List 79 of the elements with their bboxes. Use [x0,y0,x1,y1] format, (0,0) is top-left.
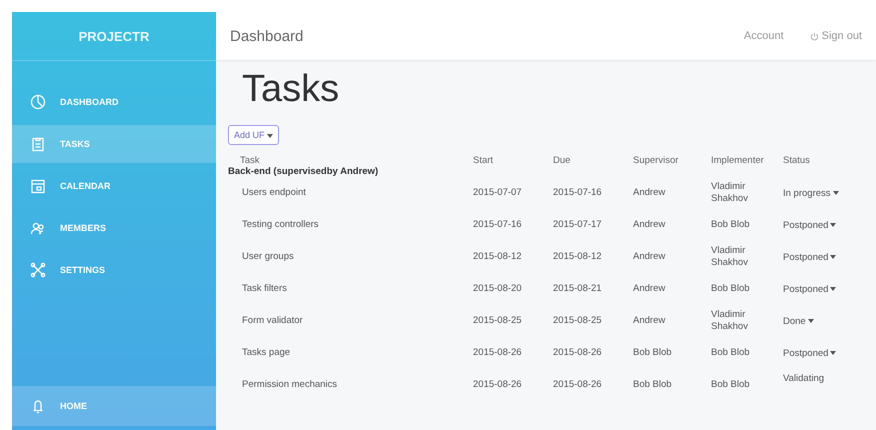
column-header: Status [783,155,811,166]
status-dropdown[interactable]: Postponed [783,209,876,241]
column-header: Supervisor [633,155,680,166]
sidebar-item[interactable]: CALENDAR [12,167,216,205]
nav-link[interactable]: Account [744,30,784,42]
status-dropdown[interactable]: Done [783,305,876,337]
tools-icon [30,262,46,278]
column-header: Task [239,155,261,166]
sidebar-item-label: HOME [60,401,87,411]
table-cell-text: Andrew [633,314,666,328]
table-cell-text: Andrew [633,186,666,200]
table-cell-text: 2015-07-07 [473,186,523,200]
table-cell-text: 2015-08-26 [553,346,603,360]
table-cell-text: Task filters [241,282,288,296]
calendar-icon [30,178,46,194]
status-text: Validating [783,372,826,386]
caret-icon [832,191,839,195]
power-icon [810,32,819,40]
table-cell-text: User groups [241,250,295,264]
table-cell-text: Bob Blob [633,346,673,360]
people-icon [30,220,46,236]
sidebar-item-label: CALENDAR [60,181,110,191]
table-cell-text: Testing controllers [241,218,320,232]
sidebar-item[interactable]: SETTINGS [12,251,216,289]
status-dropdown[interactable]: Postponed [783,273,876,305]
sidebar-item[interactable]: MEMBERS [12,209,216,247]
sidebar-item-label: MEMBERS [60,223,106,233]
table-cell-text: Andrew [633,218,666,232]
group-heading: Back-end (supervisedby Andrew) [228,166,380,177]
pie-chart-icon [30,94,46,110]
table-cell-text: Form validator [241,314,304,328]
table-cell-text: 2015-08-12 [553,250,603,264]
nav-link[interactable]: Sign out [810,30,862,42]
table-cell-text: Andrew [633,250,666,264]
add-dropdown-button[interactable]: Add UF [228,125,279,145]
sidebar-item-label: DASHBOARD [60,97,118,107]
status-dropdown[interactable]: In progress [783,177,876,209]
caret-icon [830,255,836,259]
table-cell-text: Bob Blob [711,218,751,232]
table-cell-text: Bob Blob [711,346,751,360]
table-cell-text: 2015-08-20 [473,282,523,296]
column-header: Due [553,155,572,166]
table-cell-text: 2015-08-25 [553,314,603,328]
table-cell-text: 2015-08-26 [553,378,603,392]
table-cell-text: Vladimir Shakhov [711,180,749,206]
table-cell-text: 2015-07-16 [473,218,523,232]
sidebar-footer-item[interactable]: HOME [12,386,216,426]
table-cell-text: 2015-08-21 [553,282,603,296]
sidebar-item-label: SETTINGS [60,265,106,275]
table-cell-text: Bob Blob [633,378,673,392]
caret-icon [266,134,273,138]
table-cell-text: 2015-08-26 [473,346,523,360]
caret-icon [830,351,836,355]
column-header: Implementer [711,155,765,166]
table-cell-text: Andrew [633,282,666,296]
caret-icon [830,287,836,291]
status-dropdown[interactable]: Postponed [783,241,876,273]
page-title: Tasks [242,68,340,111]
table-cell-text: Vladimir Shakhov [711,308,749,334]
table-cell-text: 2015-08-12 [473,250,523,264]
sidebar-item[interactable]: DASHBOARD [12,83,216,121]
table-cell-text: 2015-07-16 [553,186,603,200]
table-cell-text: Bob Blob [711,282,751,296]
table-cell-text: Permission mechanics [241,378,338,392]
caret-icon [830,223,836,227]
table-cell-text: Tasks page [241,346,292,360]
sidebar-item[interactable]: TASKS [12,125,216,163]
page-heading: Dashboard [230,28,304,44]
table-cell-text: Vladimir Shakhov [711,244,749,270]
clipboard-icon [30,136,46,152]
table-cell-text: 2015-08-26 [473,378,523,392]
table-cell-text: Users endpoint [241,186,307,200]
column-header: Start [473,155,494,166]
table-cell-text: 2015-08-25 [473,314,523,328]
table-cell-text: Bob Blob [711,378,751,392]
table-cell-text: 2015-07-17 [553,218,603,232]
status-dropdown[interactable]: Postponed [783,337,876,369]
caret-icon [808,319,814,323]
sidebar-item-label: TASKS [60,139,90,149]
